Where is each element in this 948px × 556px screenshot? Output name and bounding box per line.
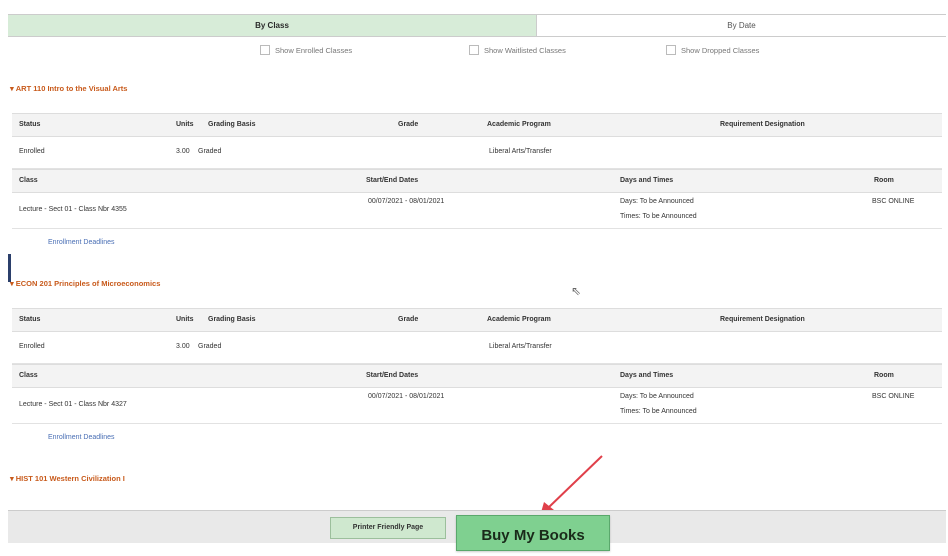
- course-title-hist101[interactable]: ▾ HIST 101 Western Civilization I: [10, 474, 125, 483]
- dates-header: Start/End Dates: [366, 177, 419, 184]
- status-value: Enrolled: [19, 343, 45, 350]
- course-title-econ201[interactable]: ▾ ECON 201 Principles of Microeconomics: [10, 279, 160, 288]
- grade-header: Grade: [398, 121, 419, 128]
- days-header: Days and Times: [620, 372, 674, 379]
- collapse-caret-icon: ▾: [10, 474, 14, 483]
- dates-header: Start/End Dates: [366, 372, 419, 379]
- enrollment-deadlines-link[interactable]: Enrollment Deadlines: [48, 239, 115, 246]
- printer-friendly-button[interactable]: Printer Friendly Page: [330, 517, 446, 539]
- requirement-header: Requirement Designation: [720, 316, 805, 323]
- tab-by-class[interactable]: By Class: [8, 15, 536, 36]
- status-value: Enrolled: [19, 148, 45, 155]
- filter-options: Show Enrolled Classes Show Waitlisted Cl…: [8, 42, 946, 58]
- dates-value: 00/07/2021 - 08/01/2021: [368, 393, 445, 400]
- status-header: Status: [19, 121, 41, 128]
- times-value: Times: To be Announced: [620, 408, 697, 415]
- class-value: Lecture - Sect 01 - Class Nbr 4327: [19, 401, 127, 408]
- course-title-text: ART 110 Intro to the Visual Arts: [15, 84, 128, 93]
- days-header: Days and Times: [620, 177, 674, 184]
- status-header: Status: [19, 316, 41, 323]
- course-title-text: ECON 201 Principles of Microeconomics: [15, 279, 161, 288]
- tab-by-date[interactable]: By Date: [536, 15, 946, 36]
- room-value: BSC ONLINE: [872, 198, 915, 205]
- room-header: Room: [874, 372, 894, 379]
- program-header: Academic Program: [487, 316, 551, 323]
- course-title-text: HIST 101 Western Civilization I: [15, 474, 125, 483]
- enrollment-deadlines-link[interactable]: Enrollment Deadlines: [48, 434, 115, 441]
- units-header: Units: [176, 316, 194, 323]
- mouse-cursor-icon: ⇖: [571, 284, 582, 298]
- filter-enrolled-label: Show Enrolled Classes: [275, 45, 353, 55]
- footer-bar: Printer Friendly Page Buy My Books: [8, 510, 946, 551]
- class-header-row: Class Start/End Dates Days and Times Roo…: [12, 364, 942, 388]
- room-value: BSC ONLINE: [872, 393, 915, 400]
- program-value: Liberal Arts/Transfer: [489, 148, 552, 155]
- requirement-header: Requirement Designation: [720, 121, 805, 128]
- days-value: Days: To be Announced: [620, 393, 694, 400]
- days-value: Days: To be Announced: [620, 198, 694, 205]
- collapse-caret-icon: ▾: [10, 84, 14, 93]
- grading-value: Graded: [198, 148, 222, 155]
- scroll-indicator: [8, 254, 11, 282]
- class-value: Lecture - Sect 01 - Class Nbr 4355: [19, 206, 127, 213]
- filter-waitlisted-label: Show Waitlisted Classes: [484, 45, 566, 55]
- enrollment-row: Enrolled 3.00 Graded Liberal Arts/Transf…: [12, 331, 942, 364]
- class-schedule-panel: By Class By Date Show Enrolled Classes S…: [8, 14, 946, 551]
- waitlisted-checkbox[interactable]: [469, 45, 479, 55]
- program-header: Academic Program: [487, 121, 551, 128]
- collapse-caret-icon: ▾: [10, 279, 14, 288]
- grading-header: Grading Basis: [208, 316, 256, 323]
- class-row: Lecture - Sect 01 - Class Nbr 4355 00/07…: [12, 192, 942, 229]
- units-header: Units: [176, 121, 194, 128]
- grading-header: Grading Basis: [208, 121, 256, 128]
- grading-value: Graded: [198, 343, 222, 350]
- class-header: Class: [19, 372, 38, 379]
- room-header: Room: [874, 177, 894, 184]
- class-header-row: Class Start/End Dates Days and Times Roo…: [12, 169, 942, 193]
- dropped-checkbox[interactable]: [666, 45, 676, 55]
- units-value: 3.00: [176, 148, 190, 155]
- course-title-art110[interactable]: ▾ ART 110 Intro to the Visual Arts: [10, 84, 127, 93]
- grade-header: Grade: [398, 316, 419, 323]
- times-value: Times: To be Announced: [620, 213, 697, 220]
- view-tabs: By Class By Date: [8, 14, 946, 37]
- units-value: 3.00: [176, 343, 190, 350]
- program-value: Liberal Arts/Transfer: [489, 343, 552, 350]
- enrolled-checkbox[interactable]: [260, 45, 270, 55]
- enrollment-row: Enrolled 3.00 Graded Liberal Arts/Transf…: [12, 136, 942, 169]
- enrollment-header-row: Status Units Grading Basis Grade Academi…: [12, 308, 942, 332]
- filter-waitlisted[interactable]: Show Waitlisted Classes: [469, 45, 566, 55]
- class-header: Class: [19, 177, 38, 184]
- filter-enrolled[interactable]: Show Enrolled Classes: [260, 45, 352, 55]
- class-row: Lecture - Sect 01 - Class Nbr 4327 00/07…: [12, 387, 942, 424]
- enrollment-header-row: Status Units Grading Basis Grade Academi…: [12, 113, 942, 137]
- filter-dropped-label: Show Dropped Classes: [681, 45, 760, 55]
- filter-dropped[interactable]: Show Dropped Classes: [666, 45, 759, 55]
- buy-my-books-button[interactable]: Buy My Books: [456, 515, 610, 551]
- dates-value: 00/07/2021 - 08/01/2021: [368, 198, 445, 205]
